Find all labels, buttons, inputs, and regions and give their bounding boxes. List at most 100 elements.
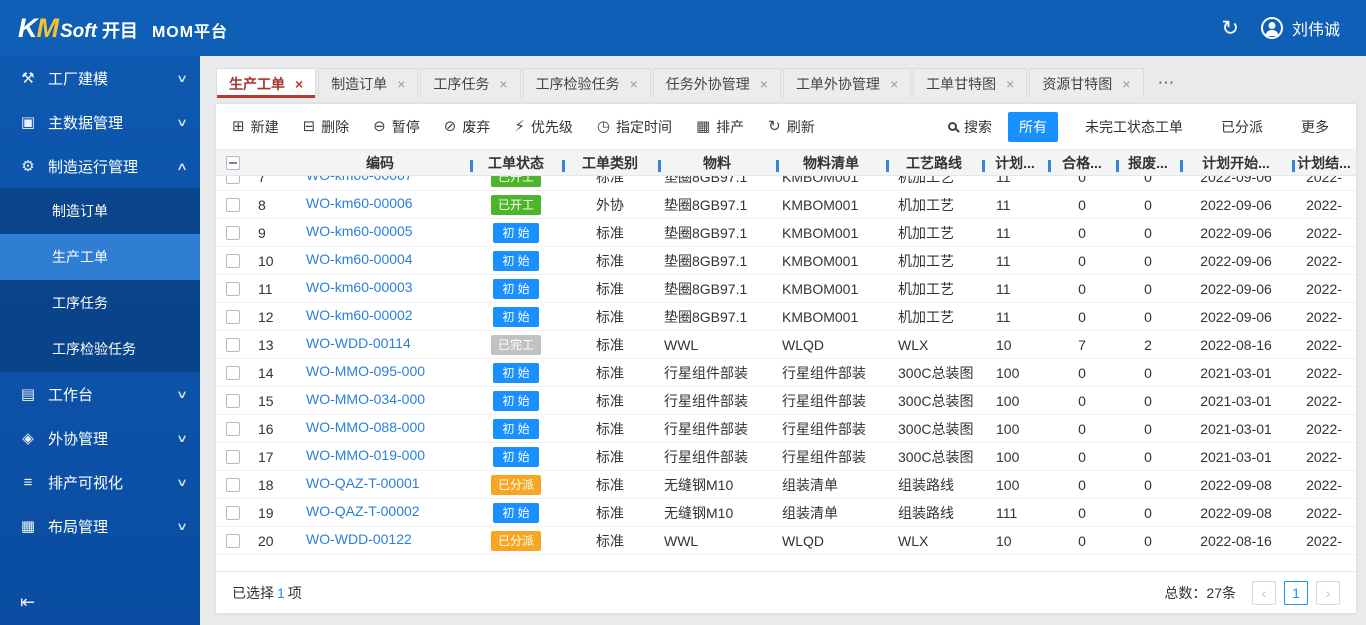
- sync-icon[interactable]: ↻: [1221, 18, 1239, 39]
- new-button[interactable]: ⊞ 新建: [232, 117, 279, 137]
- sidebar-item-process-inspection-tasks[interactable]: 工序检验任务: [0, 326, 200, 372]
- close-tab-icon[interactable]: ×: [1122, 76, 1130, 92]
- row-checkbox[interactable]: [226, 253, 240, 268]
- table-row[interactable]: 16 WO-MMO-088-000 初 始 标准 行星组件部装 行星组件部装 3…: [216, 415, 1356, 443]
- column-header[interactable]: 物料清单: [776, 153, 886, 173]
- search-button[interactable]: 搜索: [948, 117, 992, 137]
- column-header[interactable]: 计划结...: [1292, 153, 1356, 173]
- work-order-code-link[interactable]: WO-MMO-034-000: [306, 391, 425, 407]
- work-order-code-link[interactable]: WO-WDD-00114: [306, 335, 411, 351]
- work-order-code-link[interactable]: WO-km60-00007: [306, 176, 413, 183]
- row-checkbox[interactable]: [226, 477, 240, 492]
- row-checkbox[interactable]: [226, 449, 240, 464]
- sidebar-item-scheduling-visualization[interactable]: ≡ 排产可视化 ∨: [0, 460, 200, 504]
- row-checkbox[interactable]: [226, 281, 240, 296]
- row-checkbox[interactable]: [226, 176, 240, 184]
- pause-button[interactable]: ⊖ 暂停: [373, 117, 420, 137]
- table-row[interactable]: 11 WO-km60-00003 初 始 标准 垫圈8GB97.1 KMBOM0…: [216, 275, 1356, 303]
- column-header[interactable]: 报废...: [1116, 153, 1180, 173]
- table-row[interactable]: 18 WO-QAZ-T-00001 已分派 标准 无缝钢M10 组装清单 组装路…: [216, 471, 1356, 499]
- row-checkbox[interactable]: [226, 225, 240, 240]
- close-tab-icon[interactable]: ×: [499, 76, 507, 92]
- row-checkbox[interactable]: [226, 337, 240, 352]
- row-checkbox[interactable]: [226, 393, 240, 408]
- work-order-code-link[interactable]: WO-km60-00003: [306, 279, 413, 295]
- set-time-button[interactable]: ◷ 指定时间: [597, 117, 672, 137]
- table-row[interactable]: 14 WO-MMO-095-000 初 始 标准 行星组件部装 行星组件部装 3…: [216, 359, 1356, 387]
- work-order-code-link[interactable]: WO-MMO-095-000: [306, 363, 425, 379]
- tab-process-tasks[interactable]: 工序任务 ×: [420, 68, 521, 98]
- table-row[interactable]: 13 WO-WDD-00114 已完工 标准 WWL WLQD WLX 10 7…: [216, 331, 1356, 359]
- table-row[interactable]: 20 WO-WDD-00122 已分派 标准 WWL WLQD WLX 10 0…: [216, 527, 1356, 555]
- row-checkbox[interactable]: [226, 421, 240, 436]
- column-header[interactable]: 工艺路线: [886, 153, 982, 173]
- column-header[interactable]: 编码: [290, 153, 470, 173]
- row-checkbox[interactable]: [226, 533, 240, 548]
- page-number-button[interactable]: 1: [1284, 580, 1308, 605]
- select-all-checkbox[interactable]: [226, 155, 240, 170]
- close-tab-icon[interactable]: ×: [760, 76, 768, 92]
- close-tab-icon[interactable]: ×: [890, 76, 898, 92]
- work-order-code-link[interactable]: WO-MMO-088-000: [306, 419, 425, 435]
- column-header[interactable]: 合格...: [1048, 153, 1116, 173]
- user-menu[interactable]: 刘伟诚: [1260, 16, 1340, 40]
- close-tab-icon[interactable]: ×: [630, 76, 638, 92]
- table-row[interactable]: 8 WO-km60-00006 已开工 外协 垫圈8GB97.1 KMBOM00…: [216, 191, 1356, 219]
- sidebar-item-manufacturing-operation-management[interactable]: ⚙ 制造运行管理 ∧: [0, 144, 200, 188]
- row-checkbox[interactable]: [226, 365, 240, 380]
- filter-all-button[interactable]: 所有: [1008, 111, 1058, 142]
- tab-task-outsourcing-management[interactable]: 任务外协管理 ×: [652, 68, 781, 98]
- filter-more-button[interactable]: 更多: [1290, 112, 1340, 142]
- row-checkbox[interactable]: [226, 309, 240, 324]
- table-row[interactable]: 19 WO-QAZ-T-00002 初 始 标准 无缝钢M10 组装清单 组装路…: [216, 499, 1356, 527]
- work-order-code-link[interactable]: WO-MMO-019-000: [306, 447, 425, 463]
- schedule-button[interactable]: ▦ 排产: [696, 117, 744, 137]
- filter-unfinished-work-orders-button[interactable]: 未完工状态工单: [1074, 112, 1194, 142]
- collapse-sidebar-button[interactable]: ⇤: [0, 580, 200, 625]
- sidebar-item-production-work-orders[interactable]: 生产工单: [0, 234, 200, 280]
- sidebar-item-master-data-management[interactable]: ▣ 主数据管理 ∨: [0, 100, 200, 144]
- sidebar-item-manufacturing-orders[interactable]: 制造订单: [0, 188, 200, 234]
- work-order-code-link[interactable]: WO-km60-00002: [306, 307, 413, 323]
- refresh-button[interactable]: ↻ 刷新: [768, 117, 815, 137]
- work-order-code-link[interactable]: WO-km60-00006: [306, 195, 413, 211]
- table-row[interactable]: 7 WO-km60-00007 已开工 标准 垫圈8GB97.1 KMBOM00…: [216, 176, 1356, 191]
- work-order-code-link[interactable]: WO-QAZ-T-00001: [306, 475, 420, 491]
- work-order-code-link[interactable]: WO-QAZ-T-00002: [306, 503, 420, 519]
- discard-button[interactable]: ⊘ 废弃: [444, 117, 491, 137]
- filter-dispatched-button[interactable]: 已分派: [1210, 112, 1274, 142]
- tab-resource-gantt[interactable]: 资源甘特图 ×: [1029, 68, 1144, 98]
- table-row[interactable]: 10 WO-km60-00004 初 始 标准 垫圈8GB97.1 KMBOM0…: [216, 247, 1356, 275]
- row-checkbox[interactable]: [226, 197, 240, 212]
- close-tab-icon[interactable]: ×: [397, 76, 405, 92]
- column-header[interactable]: 工单状态: [470, 153, 562, 173]
- sidebar-item-layout-management[interactable]: ▦ 布局管理 ∨: [0, 504, 200, 548]
- table-row[interactable]: 12 WO-km60-00002 初 始 标准 垫圈8GB97.1 KMBOM0…: [216, 303, 1356, 331]
- table-row[interactable]: 15 WO-MMO-034-000 初 始 标准 行星组件部装 行星组件部装 3…: [216, 387, 1356, 415]
- column-header[interactable]: 物料: [658, 153, 776, 173]
- column-header[interactable]: 计划...: [982, 153, 1048, 173]
- prev-page-button[interactable]: ‹: [1252, 580, 1276, 605]
- work-order-code-link[interactable]: WO-WDD-00122: [306, 531, 412, 547]
- tab-work-order-outsourcing-management[interactable]: 工单外协管理 ×: [782, 68, 912, 98]
- delete-button[interactable]: ⊟ 删除: [303, 117, 350, 137]
- column-header[interactable]: 工单类别: [562, 153, 658, 173]
- table-row[interactable]: 9 WO-km60-00005 初 始 标准 垫圈8GB97.1 KMBOM00…: [216, 219, 1356, 247]
- tab-work-order-gantt[interactable]: 工单甘特图 ×: [913, 68, 1028, 98]
- table-row[interactable]: 17 WO-MMO-019-000 初 始 标准 行星组件部装 行星组件部装 3…: [216, 443, 1356, 471]
- more-tabs-button[interactable]: ⋯: [1158, 73, 1177, 93]
- sidebar-item-process-tasks[interactable]: 工序任务: [0, 280, 200, 326]
- priority-button[interactable]: ⚡ 优先级: [514, 117, 573, 137]
- work-order-code-link[interactable]: WO-km60-00005: [306, 223, 413, 239]
- close-tab-icon[interactable]: ×: [295, 76, 303, 92]
- row-checkbox[interactable]: [226, 505, 240, 520]
- work-order-code-link[interactable]: WO-km60-00004: [306, 251, 413, 267]
- tab-production-work-orders[interactable]: 生产工单 ×: [216, 68, 317, 98]
- tab-manufacturing-orders[interactable]: 制造订单 ×: [318, 68, 419, 98]
- next-page-button[interactable]: ›: [1316, 580, 1340, 605]
- sidebar-item-outsourcing-management[interactable]: ◈ 外协管理 ∨: [0, 416, 200, 460]
- close-tab-icon[interactable]: ×: [1006, 76, 1014, 92]
- sidebar-item-workbench[interactable]: ▤ 工作台 ∨: [0, 372, 200, 416]
- column-header[interactable]: 计划开始...: [1180, 153, 1292, 173]
- tab-process-inspection-tasks[interactable]: 工序检验任务 ×: [522, 68, 651, 98]
